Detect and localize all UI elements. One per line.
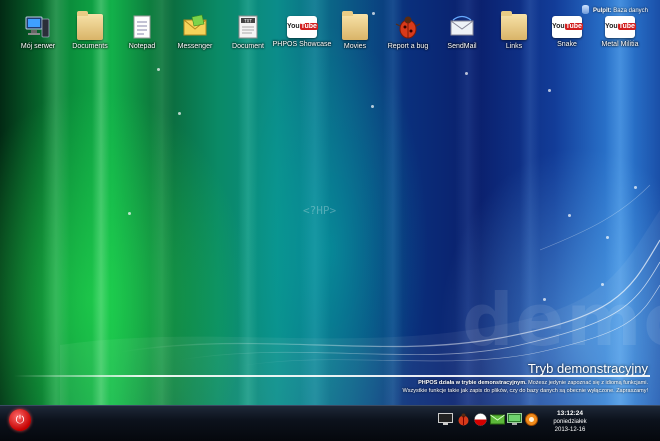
- desktop-icon-links[interactable]: Links: [484, 10, 544, 50]
- mail-icon[interactable]: [490, 413, 505, 426]
- desktop-icon-metal-militia[interactable]: YouTube Metal Militia: [590, 10, 650, 48]
- desktop-icon-movies[interactable]: Movies: [325, 10, 385, 50]
- folder-icon: [77, 11, 103, 40]
- icon-label: Documents: [72, 43, 108, 50]
- icon-label: Links: [505, 43, 523, 50]
- desktop-icon-moj-serwer[interactable]: Mój serwer: [8, 10, 68, 50]
- icon-label: Messenger: [177, 43, 213, 50]
- youtube-icon: YouTube: [605, 16, 636, 38]
- desktop-icon-messenger[interactable]: Messenger: [165, 10, 225, 50]
- icon-label: Metal Militia: [601, 41, 639, 48]
- clock-day: poniedziałek: [553, 419, 587, 425]
- power-button[interactable]: [9, 409, 31, 431]
- desktop-icon-snake[interactable]: YouTube Snake: [537, 10, 597, 48]
- desktop-background: <?HP> demo Mój serwer Documents Notepad …: [0, 0, 660, 405]
- icon-label: SendMail: [447, 43, 477, 50]
- icon-label: Mój serwer: [20, 43, 56, 50]
- icon-label: Notepad: [128, 43, 156, 50]
- network-icon[interactable]: [507, 413, 522, 426]
- demo-mode-title: Tryb demonstracyjny: [527, 361, 648, 376]
- icon-label: Report a bug: [387, 43, 429, 50]
- folder-icon: [501, 11, 527, 40]
- messenger-icon: [182, 14, 208, 40]
- database-icon: [582, 5, 590, 14]
- demo-watermark: demo: [462, 278, 660, 362]
- clock-time: 13:12:24: [556, 410, 584, 417]
- flag-icon[interactable]: [473, 413, 488, 426]
- center-logo: <?HP>: [303, 204, 337, 217]
- document-icon: TXT: [235, 14, 261, 40]
- desktop-icon-sendmail[interactable]: SendMail: [432, 10, 492, 50]
- user-area-value: Baza danych: [613, 8, 648, 14]
- folder-icon: [342, 11, 368, 40]
- clock-date: 2013-12-16: [554, 427, 586, 433]
- youtube-icon: YouTube: [552, 16, 583, 38]
- youtube-icon: YouTube: [287, 16, 318, 38]
- server-icon: [25, 14, 51, 40]
- icon-label: PHPOS Showcase: [272, 41, 332, 48]
- demo-mode-description: PHPOS działa w trybie demonstracyjnym. M…: [318, 379, 648, 395]
- desktop-icon-document[interactable]: TXT Document: [218, 10, 278, 50]
- user-area-label: Pulpit:: [592, 8, 612, 14]
- desktop-icon-phpos-showcase[interactable]: YouTube PHPOS Showcase: [272, 10, 332, 48]
- notepad-icon: [129, 14, 155, 40]
- svg-text:TXT: TXT: [243, 18, 252, 23]
- monitor-icon[interactable]: [438, 413, 453, 426]
- demo-line-1: Możesz jedynie zapoznać się z idiomą fun…: [526, 380, 648, 386]
- mail-icon: [449, 14, 475, 40]
- demo-line-2: Wszystkie funkcje takie jak zapis do pli…: [402, 388, 648, 394]
- user-area[interactable]: Pulpit: Baza danych: [582, 5, 648, 14]
- bug-icon: [395, 14, 421, 40]
- desktop-icon-report-a-bug[interactable]: Report a bug: [378, 10, 438, 50]
- icon-label: Document: [232, 43, 264, 50]
- demo-bold-text: PHPOS działa w trybie demonstracyjnym.: [418, 380, 527, 386]
- desktop-icon-notepad[interactable]: Notepad: [112, 10, 172, 50]
- clock[interactable]: 13:12:24 poniedziałek 2013-12-16: [545, 410, 595, 434]
- taskbar: 13:12:24 poniedziałek 2013-12-16: [0, 405, 660, 441]
- icon-label: Movies: [343, 43, 367, 50]
- icon-label: Snake: [557, 41, 577, 48]
- demo-divider: [14, 375, 650, 377]
- bug-icon[interactable]: [456, 413, 471, 426]
- settings-icon[interactable]: [524, 413, 539, 426]
- desktop-icon-documents[interactable]: Documents: [60, 10, 120, 50]
